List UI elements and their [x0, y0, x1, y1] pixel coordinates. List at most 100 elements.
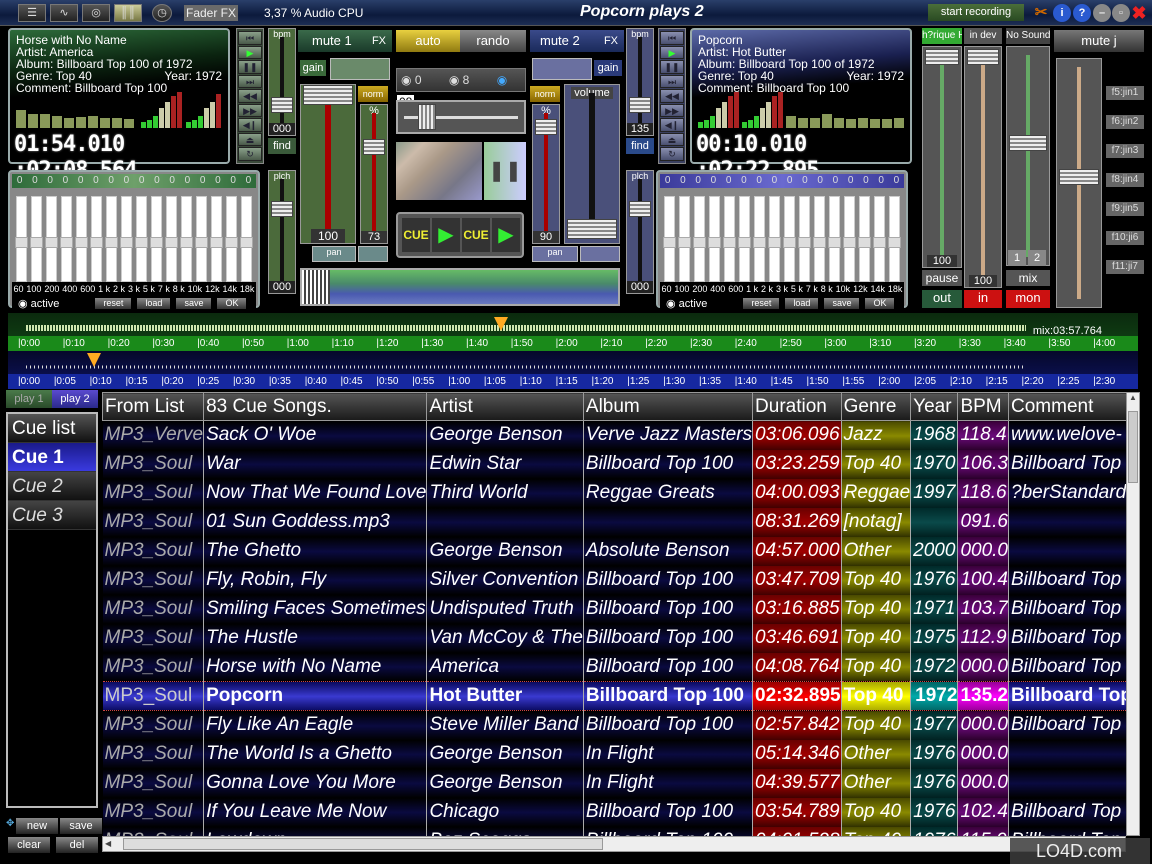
deck2-find-button[interactable]: find [626, 138, 654, 154]
deck2-waveform[interactable]: |0:00 |0:05 |0:10 |0:15 |0:20 |0:25 |0:30 |0:35… [8, 351, 1138, 389]
eq2-band-slider[interactable] [858, 196, 871, 282]
deck2-pause-icon[interactable]: ❚❚ [660, 60, 684, 74]
deck2-pan-fine-slider[interactable] [580, 246, 620, 262]
eq2-band-slider[interactable] [873, 196, 886, 282]
cue-list-item[interactable]: Cue 1 [8, 443, 96, 472]
eq1-band-slider[interactable] [150, 196, 163, 282]
mute2-button[interactable]: mute 2 FX [530, 30, 624, 52]
mixer-channel2-name[interactable]: in dev [964, 28, 1002, 44]
column-header[interactable]: 83 Cue Songs. [203, 392, 428, 421]
column-header[interactable]: Artist [426, 392, 584, 421]
deck1-rewind-icon[interactable]: ◀◀ [238, 89, 262, 103]
start-recording-button[interactable]: start recording [928, 4, 1024, 21]
eq2-reset-button[interactable]: reset [743, 297, 780, 309]
jingle-fader[interactable] [1056, 58, 1102, 308]
mixer-channel1-name[interactable]: h?rique H [922, 28, 962, 44]
vertical-scrollbar[interactable]: ▲ [1126, 392, 1140, 836]
delete-list-button[interactable]: del [56, 837, 98, 853]
eq2-band-slider[interactable] [753, 196, 766, 282]
save-list-button[interactable]: save [60, 818, 102, 834]
horizontal-scroll-thumb[interactable] [123, 838, 603, 850]
eq2-band-slider[interactable] [723, 196, 736, 282]
eq2-active-toggle[interactable]: ◉ active [666, 297, 707, 310]
deck2-back-icon[interactable]: ◀❙ [660, 118, 684, 132]
deck2-gain-slider[interactable] [532, 58, 592, 80]
table-row[interactable]: MP3_Soul The Ghetto George Benson Absolute … [102, 536, 1126, 566]
table-row[interactable]: MP3_Soul 01 Sun Goddess.mp3 08:31.269 [nota… [102, 507, 1126, 537]
deck2-norm-button[interactable]: norm [530, 86, 560, 102]
deck1-volume-fader[interactable]: 100 [300, 84, 356, 244]
eq2-band-slider[interactable] [738, 196, 751, 282]
eq1-band-slider[interactable] [180, 196, 193, 282]
table-row[interactable]: MP3_Soul Gonna Love You More George Benson… [102, 768, 1126, 798]
mute-jingle-button[interactable]: mute j [1054, 30, 1144, 52]
monitor-1-button[interactable]: 1 [1008, 250, 1026, 266]
eq1-band-slider[interactable] [90, 196, 103, 282]
eq1-band-slider[interactable] [105, 196, 118, 282]
crossfader[interactable] [396, 100, 526, 134]
tools-icon[interactable]: ✂ [1032, 4, 1050, 22]
deck1-waveform[interactable]: |0:00 |0:10 |0:20 |0:30 |0:40 |0:50 |1:00 |1:10… [8, 313, 1138, 351]
close-icon[interactable]: ✖ [1130, 4, 1148, 22]
waveform-icon[interactable]: ∿ [50, 4, 78, 22]
table-row[interactable]: MP3_Soul If You Leave Me Now Chicago Billbo… [102, 797, 1126, 827]
deck1-prev-icon[interactable]: ⏮ [238, 31, 262, 45]
column-header[interactable]: Album [582, 392, 754, 421]
table-row[interactable]: MP3_SoulLowdownBoz ScaggsBillboard Top 1… [102, 826, 1126, 836]
table-row[interactable]: MP3_Soul Smiling Faces Sometimes Undispute… [102, 594, 1126, 624]
table-row[interactable]: MP3_Soul The World Is a Ghetto George Bens… [102, 739, 1126, 769]
deck2-rewind-icon[interactable]: ◀◀ [660, 89, 684, 103]
deck2-loop-icon[interactable]: ↻ [660, 147, 684, 161]
column-header[interactable]: Genre [840, 392, 912, 421]
deck1-norm-button[interactable]: norm [358, 86, 388, 102]
table-row[interactable]: MP3_Soul Horse with No Name America Billboa… [102, 652, 1126, 682]
deck2-percent-fader[interactable]: % 90 [532, 104, 560, 244]
restore-icon[interactable]: ▫ [1112, 4, 1130, 22]
mixer-channel1-fader[interactable]: 100 [922, 46, 962, 268]
mute1-button[interactable]: mute 1 FX [298, 30, 392, 52]
eq2-band-slider[interactable] [843, 196, 856, 282]
eq1-band-slider[interactable] [120, 196, 133, 282]
mix-button[interactable]: mix [1006, 270, 1050, 286]
eq1-band-slider[interactable] [225, 196, 238, 282]
deck1-next-icon[interactable]: ⏭ [238, 74, 262, 88]
radio-option-8[interactable]: ◉ 8 [449, 73, 470, 87]
play1-cue-icon[interactable]: ▶ [432, 218, 460, 252]
eq2-band-slider[interactable] [813, 196, 826, 282]
info-icon[interactable]: i [1053, 4, 1071, 22]
eq2-band-slider[interactable] [828, 196, 841, 282]
deck1-find-button[interactable]: find [268, 138, 296, 154]
table-row[interactable]: MP3_Soul Now That We Found Love Third Worl… [102, 478, 1126, 508]
layout-icon[interactable]: ☰ [18, 4, 46, 22]
column-header[interactable]: Duration [752, 392, 842, 421]
deck1-position-marker[interactable] [493, 317, 508, 331]
play1-tab[interactable]: play 1 [6, 390, 52, 408]
column-header[interactable]: Comment [1007, 392, 1126, 421]
eq1-load-button[interactable]: load [137, 297, 171, 309]
radio-option-0[interactable]: ◉ 0 [401, 73, 422, 87]
equalizer-icon[interactable]: ║║ [114, 4, 142, 22]
cue-list-item[interactable]: Cue list [8, 414, 96, 443]
eq1-band-slider[interactable] [210, 196, 223, 282]
clear-list-button[interactable]: clear [8, 837, 50, 853]
fader-fx-button[interactable]: Fader FX [184, 5, 238, 21]
table-row[interactable]: MP3_Soul Fly, Robin, Fly Silver Convention… [102, 565, 1126, 595]
monitor-2-button[interactable]: 2 [1028, 250, 1046, 266]
mixer-channel3-name[interactable]: No Sound [1006, 28, 1050, 44]
deck2-next-icon[interactable]: ⏭ [660, 74, 684, 88]
jingle-button-4[interactable]: f8:jin4 [1106, 173, 1144, 187]
eq2-band-slider[interactable] [888, 196, 901, 282]
play2-cue-icon[interactable]: ▶ [492, 218, 520, 252]
column-header[interactable]: Year [910, 392, 959, 421]
jingle-button-7[interactable]: f11:ji7 [1106, 260, 1144, 274]
deck1-forward-icon[interactable]: ▶▶ [238, 103, 262, 117]
eq2-band-slider[interactable] [798, 196, 811, 282]
jingle-button-1[interactable]: f5:jin1 [1106, 86, 1144, 100]
deck1-pan-slider[interactable]: pan [312, 246, 356, 262]
jingle-button-5[interactable]: f9:jin5 [1106, 202, 1144, 216]
table-row[interactable]: MP3_Soul The Hustle Van McCoy & The Billboa… [102, 623, 1126, 653]
drag-handle-icon[interactable]: ✥ [6, 818, 14, 829]
cue-list-item[interactable]: Cue 2 [8, 472, 96, 501]
jingle-button-3[interactable]: f7:jin3 [1106, 144, 1144, 158]
deck1-fx-button[interactable]: FX [372, 30, 386, 52]
